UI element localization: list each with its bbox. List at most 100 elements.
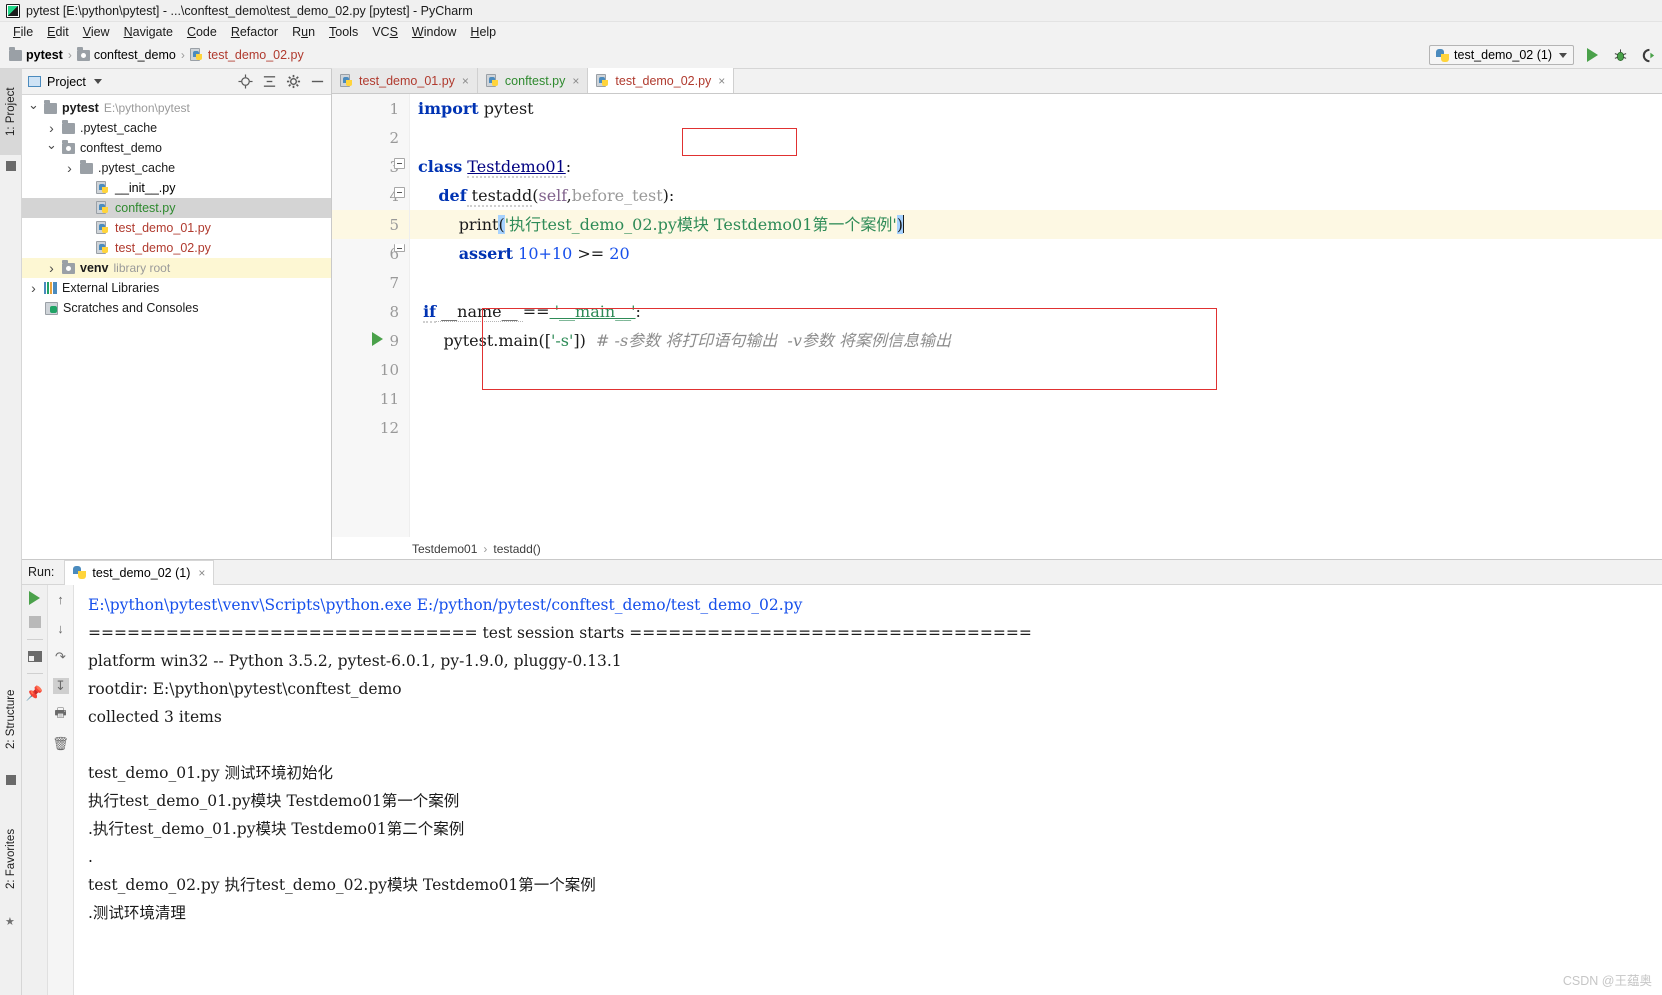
menu-view[interactable]: View [76,24,117,40]
source-folder-icon [76,46,90,61]
console-output[interactable]: E:\python\pytest\venv\Scripts\python.exe… [74,585,1662,995]
scroll-end-icon[interactable]: ↧ [52,678,69,694]
play-icon [1586,48,1598,62]
editor-area: test_demo_01.py × conftest.py × test_dem… [332,68,1662,559]
editor-tab-test-demo-02[interactable]: test_demo_02.py × [588,68,735,93]
menu-run[interactable]: Run [285,24,322,40]
tree-node-conftest-py[interactable]: conftest.py [22,198,331,218]
chevron-down-icon[interactable] [28,100,39,116]
code-line-9: pytest.main(['-s']) # -s参数 将打印语句输出 -v参数 … [410,326,1662,355]
project-icon [6,161,16,171]
wrap-icon[interactable]: ↷ [53,649,69,665]
folder-icon [44,99,57,114]
project-view-icon [28,76,41,87]
fold-marker-class[interactable] [394,158,405,169]
title-bar: pytest [E:\python\pytest] - ...\conftest… [0,0,1662,22]
minimize-icon[interactable] [310,74,325,89]
menu-vcs[interactable]: VCS [365,24,405,40]
run-button[interactable] [1582,45,1602,65]
console-line[interactable]: E:\python\pytest\venv\Scripts\python.exe… [88,591,1662,619]
chevron-down-icon[interactable] [46,140,57,156]
chevron-right-icon[interactable] [64,160,75,176]
menu-navigate[interactable]: Navigate [117,24,180,40]
run-gutter-icon[interactable] [372,332,383,346]
window-title: pytest [E:\python\pytest] - ...\conftest… [26,3,473,18]
breadcrumb-label: pytest [26,48,63,62]
tree-node-label: pytest [62,101,99,115]
console-line: test_demo_01.py 测试环境初始化 [88,764,333,782]
fold-column[interactable] [389,94,409,559]
close-icon[interactable]: × [462,74,469,88]
chevron-right-icon[interactable] [28,280,39,296]
arrow-down-icon[interactable]: ↓ [53,620,69,636]
operator: >= [577,244,605,263]
tree-node-venv[interactable]: venv library root [22,258,331,278]
collapse-all-icon[interactable] [262,74,277,89]
editor-gutter[interactable]: 1 2 3 4 5 6 7 8 9 10 11 12 [332,94,410,559]
chevron-right-icon[interactable] [46,120,57,136]
pin-icon[interactable]: 📌 [26,685,43,702]
tree-node-init-py[interactable]: __init__.py [22,178,331,198]
code-content[interactable]: import pytest class Testdemo01: def test… [410,94,1662,559]
tree-node-inner-pytest-cache[interactable]: .pytest_cache [22,158,331,178]
console-line: . [88,848,93,866]
close-icon[interactable]: × [198,566,205,580]
locate-icon[interactable] [238,74,253,89]
menu-edit[interactable]: Edit [40,24,76,40]
tree-node-label: test_demo_01.py [115,221,211,235]
editor-tab-conftest[interactable]: conftest.py × [477,68,589,93]
breadcrumb-item-project[interactable]: pytest [6,46,66,62]
tree-node-label: .pytest_cache [98,161,176,175]
editor-tab-test-demo-01[interactable]: test_demo_01.py × [332,68,478,93]
folder-icon [62,119,75,134]
print-icon[interactable]: 🖶 [53,705,69,723]
menu-bar: File Edit View Navigate Code Refactor Ru… [0,22,1662,42]
tree-node-external-libraries[interactable]: External Libraries [22,278,331,298]
breadcrumb-item-file[interactable]: test_demo_02.py [187,48,307,62]
tree-node-conftest-demo[interactable]: conftest_demo [22,138,331,158]
python-file-icon [96,181,110,195]
code-line-4: def testadd(self,before_test): [410,181,1662,210]
arrow-up-icon[interactable]: ↑ [53,591,69,607]
close-icon[interactable]: × [572,74,579,88]
menu-tools[interactable]: Tools [322,24,365,40]
chevron-right-icon[interactable] [46,260,57,276]
param-before-test: before_test [571,186,663,205]
run-configuration-selector[interactable]: test_demo_02 (1) [1429,45,1574,65]
tree-node-test-demo-02-py[interactable]: test_demo_02.py [22,238,331,258]
tree-node-pytest[interactable]: pytest E:\python\pytest [22,98,331,118]
breadcrumb-method[interactable]: testadd() [493,542,540,556]
keyword-import: import [418,99,479,118]
chevron-down-icon[interactable] [93,79,102,84]
divider [26,673,43,674]
menu-refactor[interactable]: Refactor [224,24,285,40]
run-tab-test-demo-02[interactable]: test_demo_02 (1) × [64,559,215,585]
breadcrumb-class[interactable]: Testdemo01 [412,542,477,556]
sidebar-item-favorites[interactable]: 2: Favorites [0,809,22,909]
fold-marker-end[interactable] [394,244,405,252]
breadcrumb-item-folder[interactable]: conftest_demo [74,46,179,62]
trash-icon[interactable]: 🗑 [52,736,69,752]
tree-node-pytest-cache[interactable]: .pytest_cache [22,118,331,138]
python-config-icon [1436,48,1450,62]
fold-marker-def[interactable] [394,187,405,198]
menu-window[interactable]: Window [405,24,463,40]
tree-node-test-demo-01-py[interactable]: test_demo_01.py [22,218,331,238]
tree-node-scratches[interactable]: Scratches and Consoles [22,298,331,318]
rerun-button[interactable] [29,591,40,605]
restore-layout-button[interactable] [27,651,42,662]
stop-button[interactable] [28,616,41,628]
run-with-coverage-button[interactable] [1638,45,1658,65]
menu-help[interactable]: Help [463,24,503,40]
code-editor[interactable]: 1 2 3 4 5 6 7 8 9 10 11 12 [332,94,1662,559]
breadcrumb-separator: › [180,48,185,62]
python-file-icon [340,73,354,88]
close-icon[interactable]: × [718,74,725,88]
sidebar-item-project[interactable]: 1: Project [0,69,22,155]
menu-code[interactable]: Code [180,24,224,40]
sidebar-item-structure[interactable]: 2: Structure [0,669,22,769]
gear-icon[interactable] [286,74,301,89]
debug-button[interactable] [1610,45,1630,65]
menu-file[interactable]: File [6,24,40,40]
